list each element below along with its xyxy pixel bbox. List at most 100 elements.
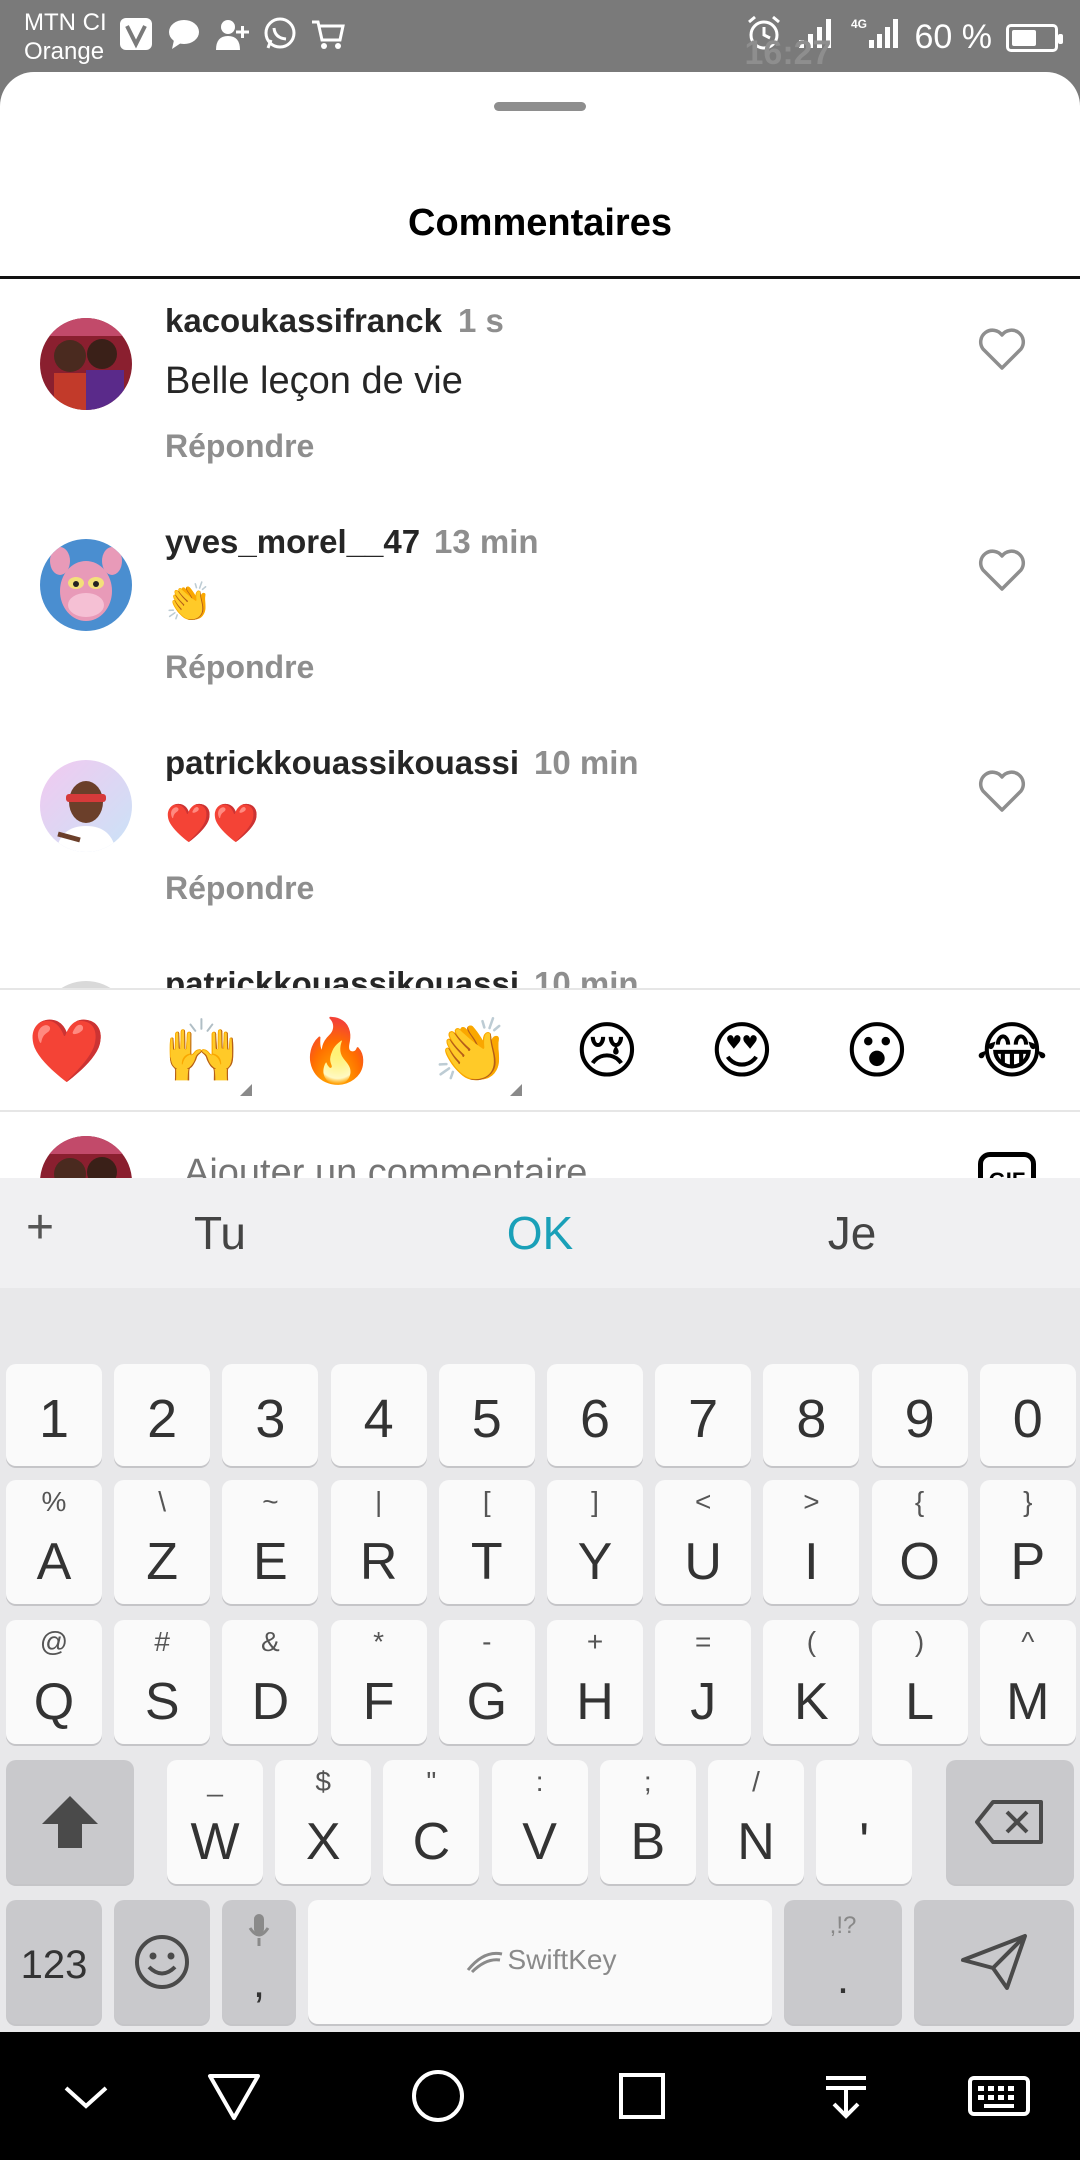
mic-icon: [248, 1914, 270, 1946]
system-status-icons: 4G 60 % 16:27: [745, 14, 1063, 72]
key-1[interactable]: 1: [6, 1364, 102, 1466]
comment-text: Belle leçon de vie: [165, 360, 463, 402]
key-d[interactable]: & D: [222, 1620, 319, 1744]
avatar[interactable]: [40, 318, 132, 410]
hide-keyboard-icon[interactable]: [56, 2066, 116, 2126]
key-row3-1[interactable]: $ X: [275, 1760, 372, 1884]
key-6[interactable]: 6: [547, 1364, 643, 1466]
like-heart-icon[interactable]: [978, 549, 1026, 591]
smiley-icon: [135, 1935, 189, 1989]
comma-key[interactable]: ,: [222, 1900, 296, 2024]
key-i[interactable]: > I: [763, 1480, 860, 1604]
key-y[interactable]: ] Y: [547, 1480, 643, 1604]
key-3[interactable]: 3: [222, 1364, 319, 1466]
key-alt-label: $: [315, 1766, 331, 1797]
key-r[interactable]: | R: [330, 1480, 427, 1604]
key-label: .: [836, 1954, 850, 2003]
backspace-key[interactable]: [946, 1760, 1074, 1884]
key-row3-6[interactable]: ': [816, 1760, 913, 1884]
key-u[interactable]: < U: [655, 1480, 752, 1604]
key-9[interactable]: 9: [871, 1364, 968, 1466]
avatar[interactable]: [40, 981, 132, 988]
emoji-fire-button[interactable]: 🔥: [297, 1012, 377, 1092]
suggestion-left[interactable]: Tu: [190, 1206, 250, 1260]
key-row3-0[interactable]: _ W: [167, 1760, 263, 1884]
key-j[interactable]: = J: [655, 1620, 752, 1744]
emoji-surprised-button[interactable]: 😮: [837, 1012, 917, 1092]
comment-username[interactable]: yves_morel__47: [165, 523, 420, 561]
key-m[interactable]: ^ M: [979, 1620, 1076, 1744]
key-l[interactable]: ) L: [871, 1620, 968, 1744]
key-h[interactable]: + H: [547, 1620, 643, 1744]
key-alt-label: ^: [1021, 1626, 1035, 1657]
key-8[interactable]: 8: [763, 1364, 860, 1466]
send-key[interactable]: [914, 1900, 1074, 2024]
avatar[interactable]: [40, 760, 132, 852]
key-alt-label: }: [1023, 1486, 1033, 1517]
key-a[interactable]: % A: [6, 1480, 102, 1604]
key-t[interactable]: [T: [438, 1480, 535, 1604]
key-label: J: [690, 1673, 717, 1731]
key-5[interactable]: 5: [438, 1364, 535, 1466]
key-p[interactable]: } P: [979, 1480, 1076, 1604]
comment-username[interactable]: patrickkouassikouassi: [165, 965, 519, 988]
key-0[interactable]: 0: [979, 1364, 1076, 1466]
like-heart-icon[interactable]: [978, 328, 1026, 370]
key-q[interactable]: @ Q: [6, 1620, 102, 1744]
key-4[interactable]: 4: [330, 1364, 427, 1466]
back-icon[interactable]: [204, 2066, 264, 2126]
key-label: ,: [252, 1958, 266, 2007]
emoji-heart-eyes-button[interactable]: 😍: [702, 1012, 782, 1092]
key-label: O: [899, 1533, 940, 1591]
key-label: 1: [38, 1389, 70, 1449]
emoji-crying-button[interactable]: 😢: [567, 1012, 647, 1092]
key-o[interactable]: {O: [871, 1480, 968, 1604]
key-7[interactable]: 7: [655, 1364, 752, 1466]
send-icon: [961, 1934, 1027, 1990]
key-row3-4[interactable]: ; B: [599, 1760, 696, 1884]
key-label: B: [630, 1813, 666, 1871]
space-key[interactable]: SwiftKey: [308, 1900, 772, 2024]
emoji-raising-hands-button[interactable]: 🙌: [162, 1012, 252, 1096]
key-row3-5[interactable]: / N: [708, 1760, 804, 1884]
emoji-laughing-button[interactable]: 😂: [972, 1012, 1052, 1092]
notification-pull-icon[interactable]: [816, 2066, 876, 2126]
recents-icon[interactable]: [612, 2066, 672, 2126]
drag-handle[interactable]: [494, 102, 586, 111]
suggestion-right[interactable]: Je: [822, 1206, 882, 1260]
key-k[interactable]: (K: [763, 1620, 860, 1744]
avatar[interactable]: [40, 539, 132, 631]
symbols-key[interactable]: 123: [6, 1900, 102, 2024]
reply-button[interactable]: Répondre: [165, 649, 314, 686]
key-f[interactable]: * F: [330, 1620, 427, 1744]
comment-username[interactable]: patrickkouassikouassi: [165, 744, 519, 782]
home-icon[interactable]: [408, 2066, 468, 2126]
reply-button[interactable]: Répondre: [165, 870, 314, 907]
key-alt-label: {: [914, 1486, 925, 1517]
shift-icon: [42, 1796, 98, 1848]
toolbar-expand-button[interactable]: +: [26, 1200, 54, 1255]
key-e[interactable]: ~ E: [222, 1480, 319, 1604]
keyboard-icon[interactable]: [966, 2066, 1032, 2126]
period-key[interactable]: ,!?.: [784, 1900, 902, 2024]
key-row3-3[interactable]: :V: [491, 1760, 588, 1884]
key-alt-label: :: [535, 1766, 544, 1797]
key-z[interactable]: \ Z: [114, 1480, 211, 1604]
key-s[interactable]: # S: [114, 1620, 211, 1744]
emoji-heart-button[interactable]: ❤️: [27, 1012, 107, 1092]
whatsapp-icon: [262, 16, 298, 59]
key-label: E: [253, 1533, 288, 1591]
comment-list[interactable]: kacoukassifranck 1 s Belle leçon de vie …: [0, 282, 1080, 988]
suggestion-center[interactable]: OK: [500, 1206, 580, 1260]
key-g[interactable]: -G: [438, 1620, 535, 1744]
key-alt-label: ;: [643, 1766, 652, 1797]
shift-key[interactable]: [6, 1760, 134, 1884]
key-row3-2[interactable]: " C: [383, 1760, 480, 1884]
key-label: H: [576, 1673, 614, 1731]
key-2[interactable]: 2: [114, 1364, 211, 1466]
emoji-key[interactable]: [114, 1900, 210, 2024]
like-heart-icon[interactable]: [978, 770, 1026, 812]
reply-button[interactable]: Répondre: [165, 428, 314, 465]
emoji-clapping-button[interactable]: 👏: [432, 1012, 522, 1096]
comment-username[interactable]: kacoukassifranck: [165, 302, 442, 340]
